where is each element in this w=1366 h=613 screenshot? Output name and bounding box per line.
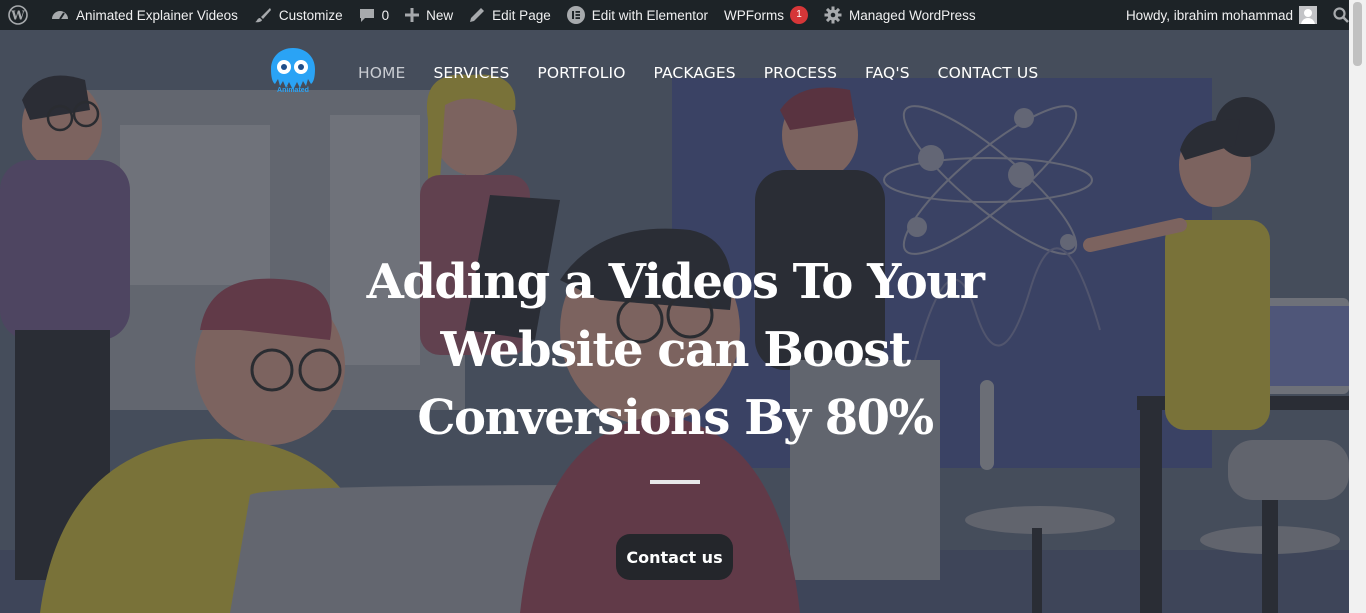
wp-admin-bar: W Animated Explainer Videos Customize 0 … [0, 0, 1366, 30]
edit-elementor-label: Edit with Elementor [591, 7, 709, 23]
wpforms-notification-badge: 1 [790, 6, 809, 24]
edit-page-link[interactable]: Edit Page [461, 0, 559, 30]
wpforms-label: WPForms [724, 7, 785, 23]
comment-icon [359, 9, 374, 22]
nav-item-services[interactable]: SERVICES [433, 64, 509, 82]
comments-count: 0 [381, 7, 390, 23]
headline-line-2: Website can Boost [440, 322, 911, 378]
pencil-icon [470, 8, 485, 22]
comments-link[interactable]: 0 [351, 0, 398, 30]
page-scrollbar[interactable] [1349, 0, 1366, 613]
paintbrush-icon [254, 8, 271, 23]
new-label: New [426, 7, 454, 23]
logo-text: Animated [277, 87, 309, 94]
svg-text:W: W [10, 9, 25, 23]
site-name-link[interactable]: Animated Explainer Videos [43, 0, 246, 30]
managed-wordpress-link[interactable]: Managed WordPress [816, 0, 984, 30]
main-navigation: HOME SERVICES PORTFOLIO PACKAGES PROCESS… [358, 64, 1066, 82]
avatar [1299, 6, 1317, 24]
my-account-link[interactable]: Howdy, ibrahim mohammad [1118, 0, 1321, 30]
managed-wordpress-label: Managed WordPress [849, 7, 976, 23]
elementor-icon [566, 6, 585, 24]
search-icon [1333, 7, 1349, 23]
headline-line-1: Adding a Videos To Your [366, 254, 985, 310]
headline-line-3: Conversions By 80% [417, 390, 934, 446]
site-logo[interactable]: Animated [270, 46, 316, 102]
site-name-label: Animated Explainer Videos [76, 7, 238, 23]
wpforms-link[interactable]: WPForms 1 [716, 0, 816, 30]
nav-item-contact-us[interactable]: CONTACT US [938, 64, 1039, 82]
customize-label: Customize [278, 7, 343, 23]
contact-us-button[interactable]: Contact us [616, 534, 733, 580]
gear-icon [824, 6, 842, 24]
wordpress-logo-button[interactable]: W [0, 0, 43, 30]
scrollbar-thumb[interactable] [1353, 2, 1362, 66]
nav-item-faqs[interactable]: FAQ'S [865, 64, 910, 82]
hero-headline: Adding a Videos To Your Website can Boos… [360, 248, 990, 452]
dashboard-icon [52, 11, 68, 20]
customize-link[interactable]: Customize [246, 0, 351, 30]
nav-item-packages[interactable]: PACKAGES [654, 64, 736, 82]
edit-elementor-link[interactable]: Edit with Elementor [559, 0, 716, 30]
edit-page-label: Edit Page [492, 7, 551, 23]
hero-section: Animated HOME SERVICES PORTFOLIO PACKAGE… [0, 30, 1349, 613]
plus-icon [405, 8, 420, 22]
nav-item-process[interactable]: PROCESS [764, 64, 837, 82]
nav-item-portfolio[interactable]: PORTFOLIO [537, 64, 625, 82]
new-content-link[interactable]: New [397, 0, 461, 30]
hero-divider [650, 480, 700, 484]
wordpress-icon: W [8, 5, 28, 25]
nav-item-home[interactable]: HOME [358, 64, 405, 82]
howdy-label: Howdy, ibrahim mohammad [1125, 7, 1293, 23]
